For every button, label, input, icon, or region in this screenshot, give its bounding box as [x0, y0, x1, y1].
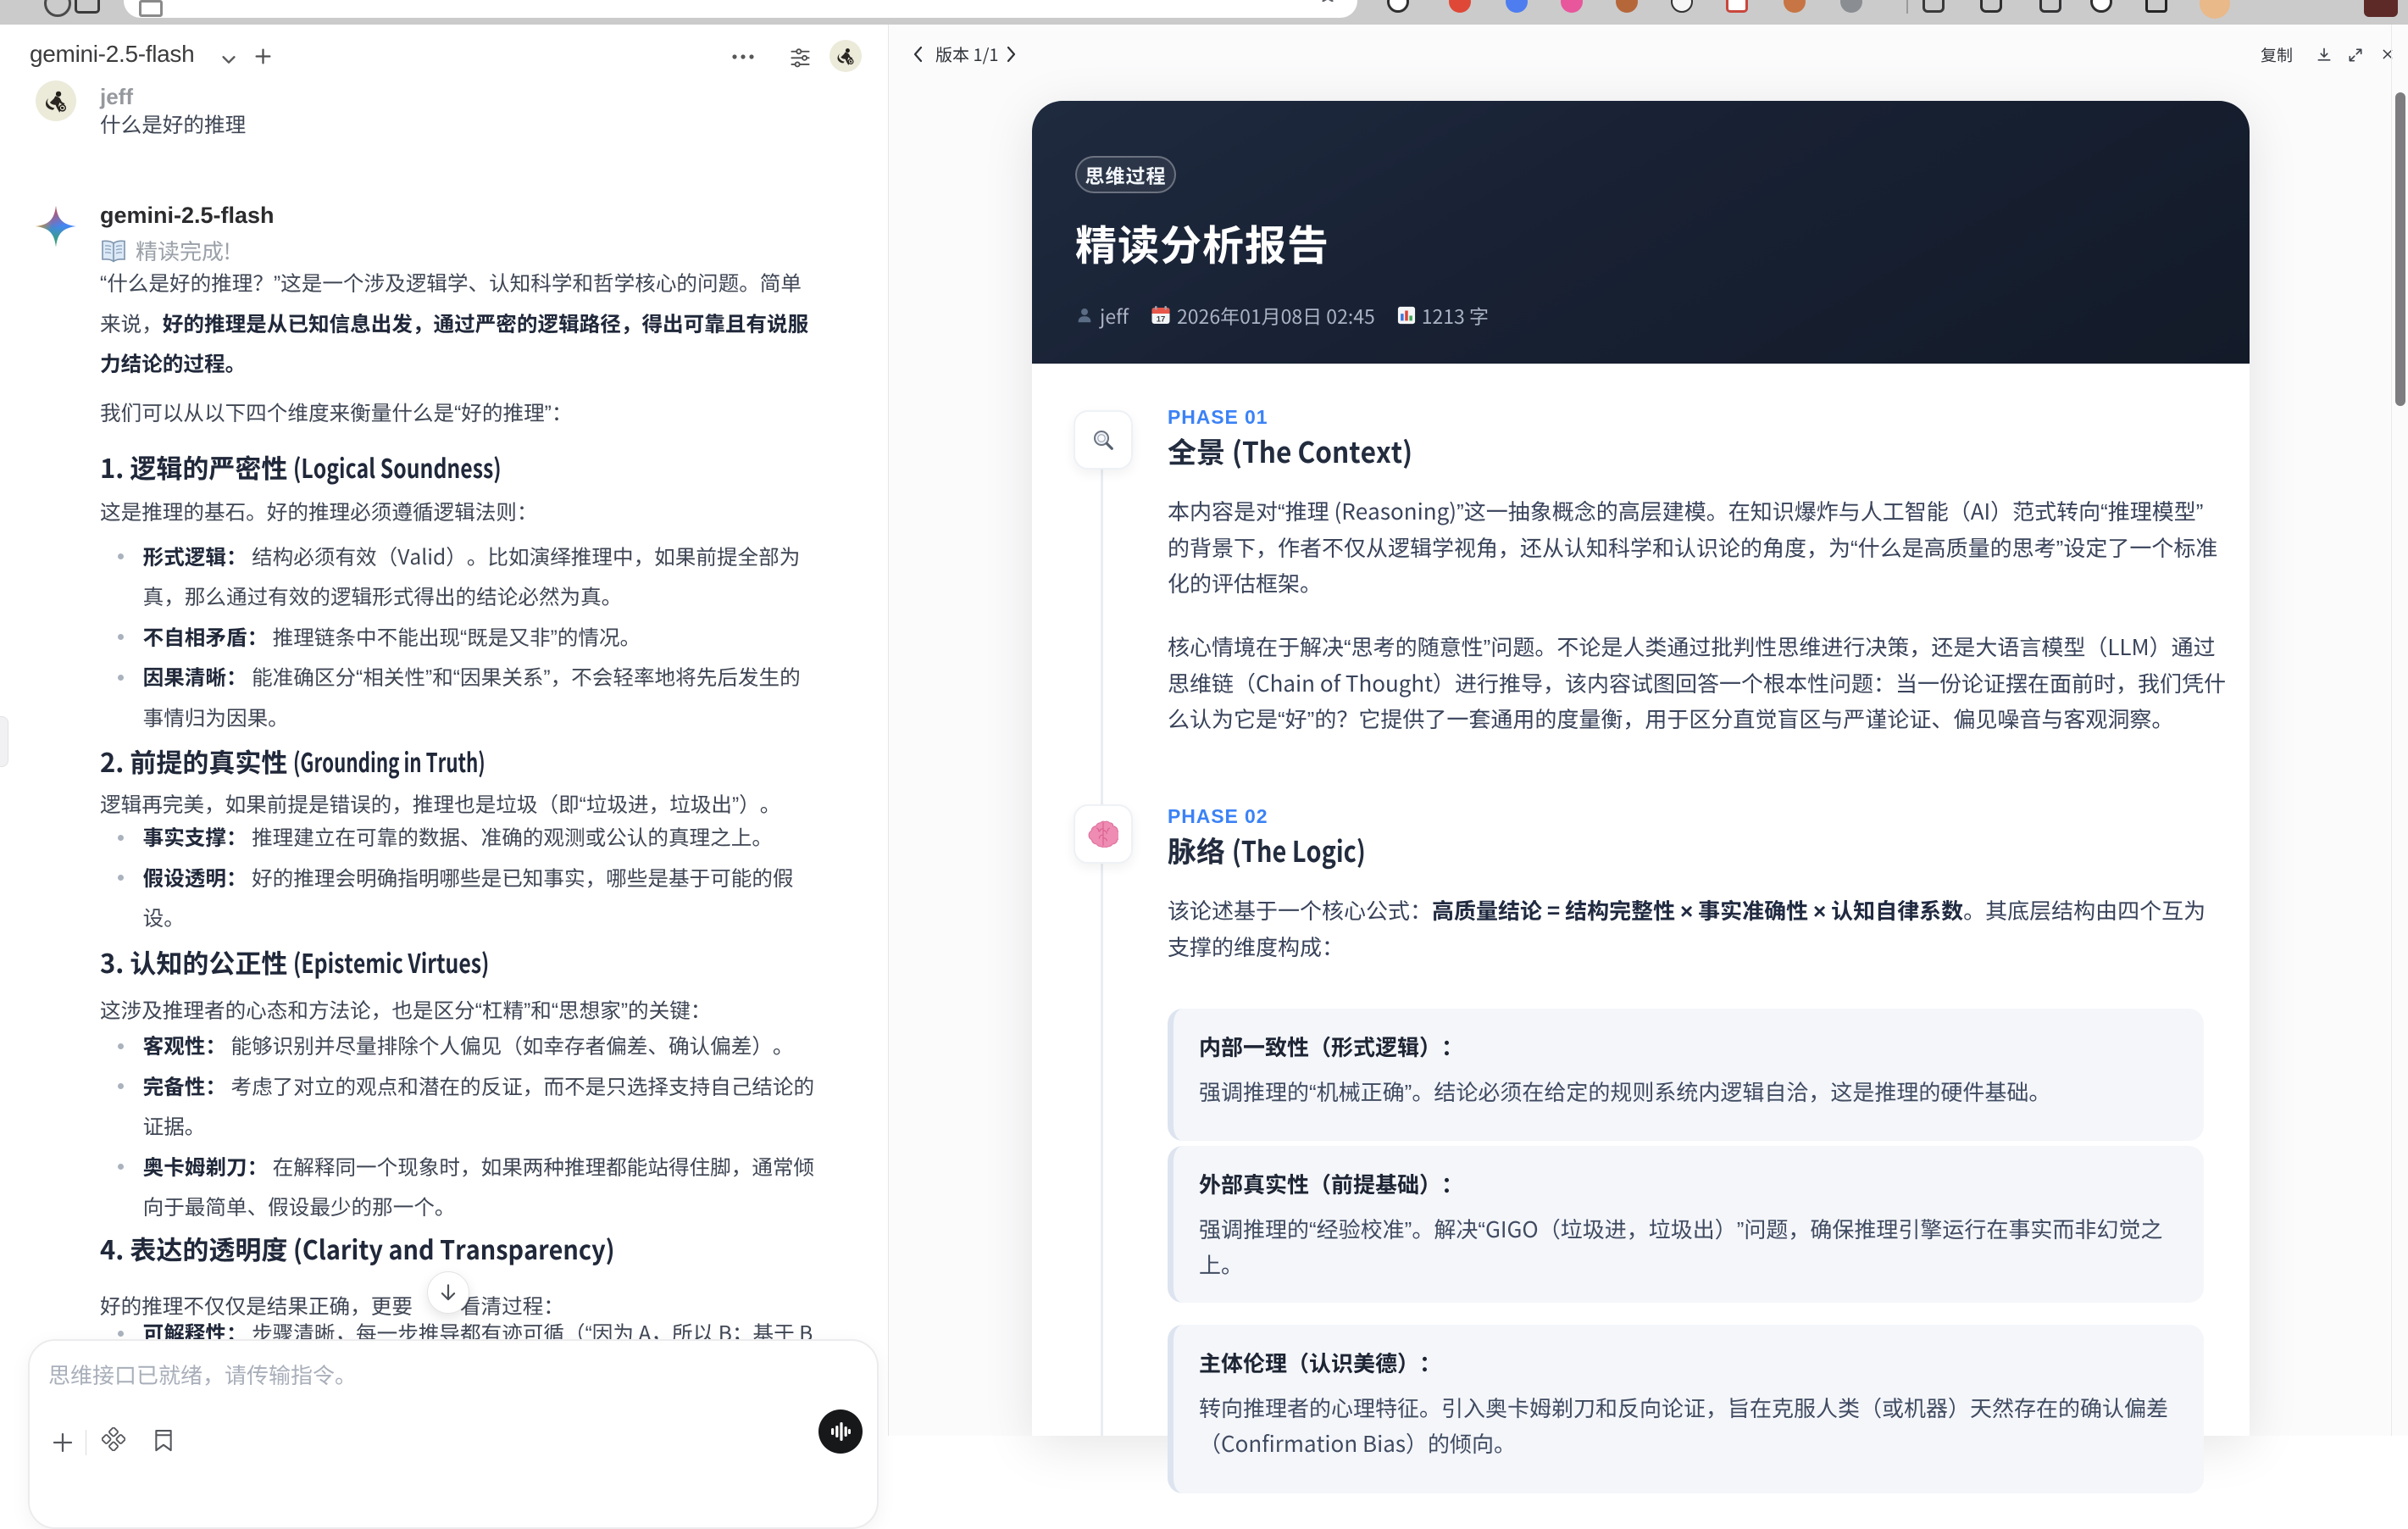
svg-text:17: 17	[1157, 315, 1166, 325]
